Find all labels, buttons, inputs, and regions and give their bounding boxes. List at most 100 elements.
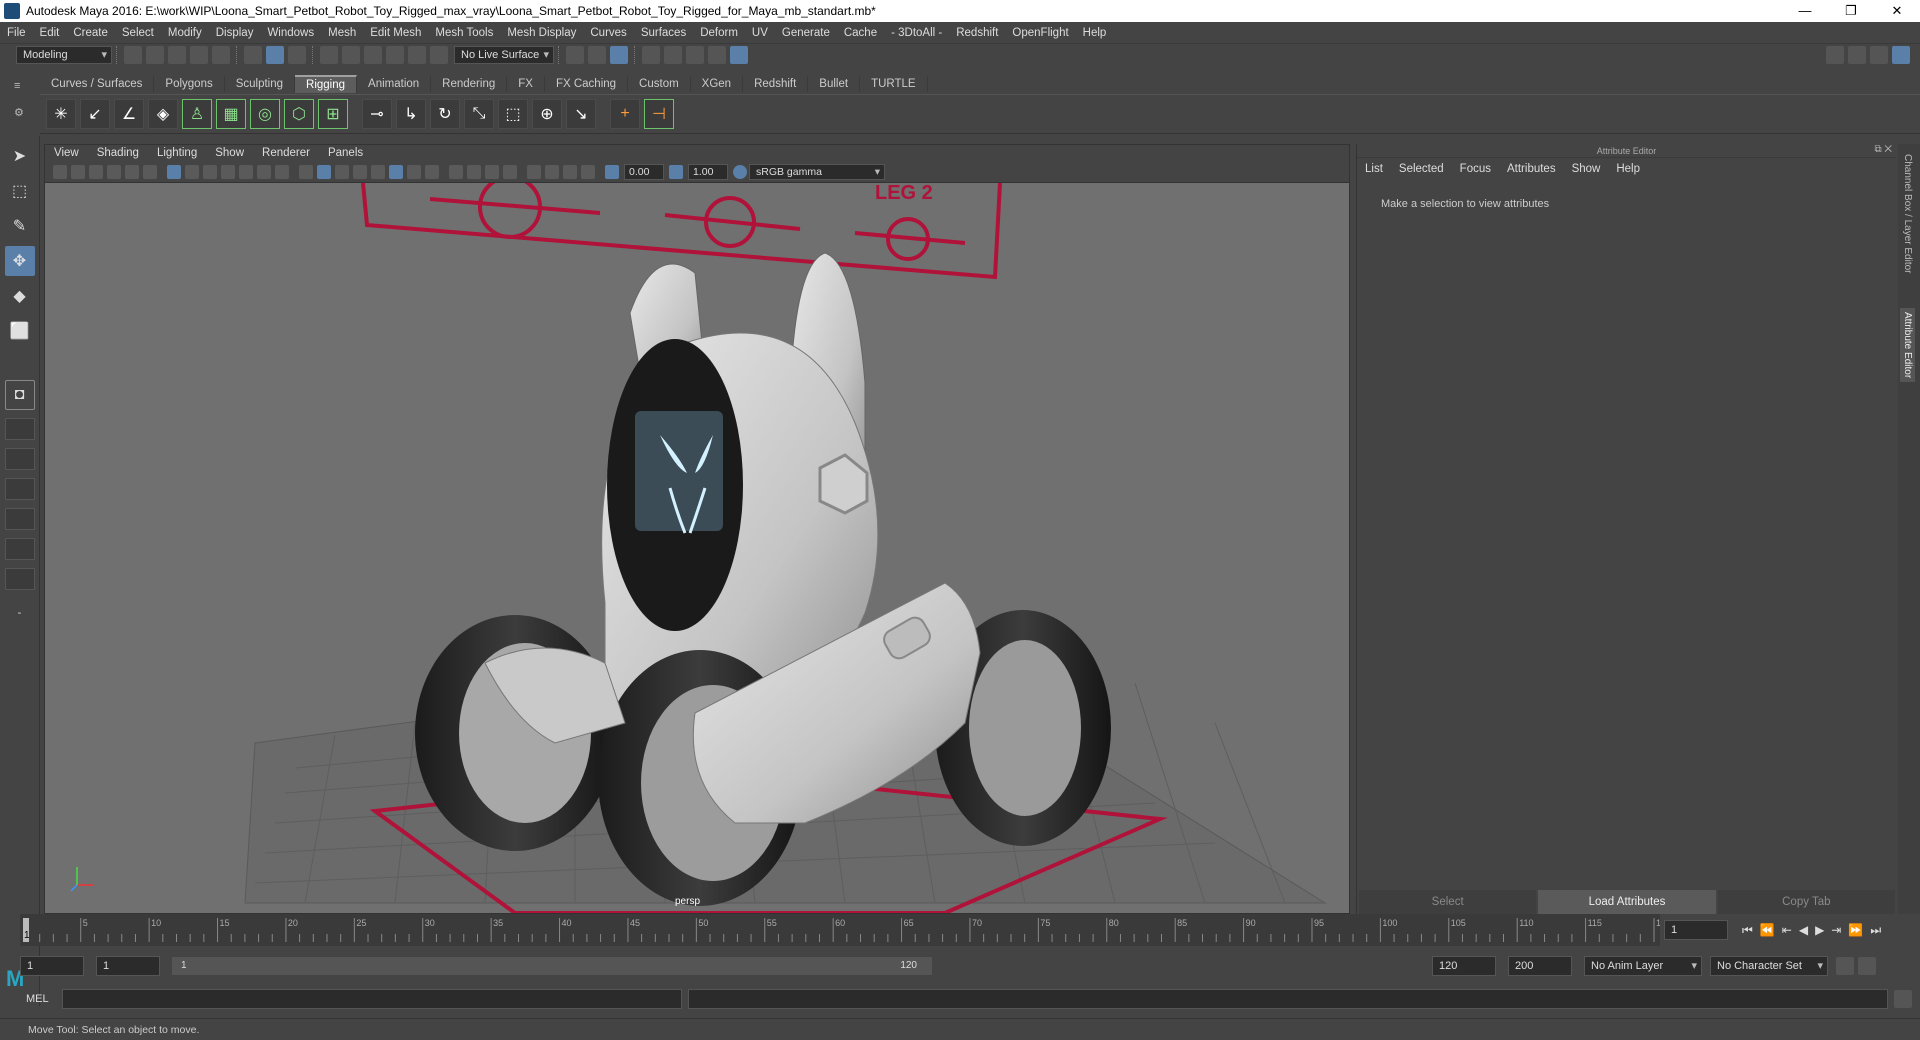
bind-skin-icon[interactable]: ◈: [148, 99, 178, 129]
key-frame-icon[interactable]: ⊣: [644, 99, 674, 129]
ae-menu-selected[interactable]: Selected: [1391, 163, 1452, 175]
lasso-tool-icon[interactable]: ⬚: [5, 176, 35, 206]
tab-curves-surfaces[interactable]: Curves / Surfaces: [40, 76, 155, 92]
tab-custom[interactable]: Custom: [628, 76, 691, 92]
paint-weights-icon[interactable]: ♙: [182, 99, 212, 129]
menu-deform[interactable]: Deform: [693, 27, 745, 39]
current-frame-field[interactable]: 1: [1664, 920, 1728, 940]
attribute-editor-toggle-icon[interactable]: [1848, 46, 1866, 64]
snap-curve-icon[interactable]: [342, 46, 360, 64]
playback-end-field[interactable]: 120: [1432, 956, 1496, 976]
joint-icon[interactable]: ✳: [46, 99, 76, 129]
render-region-icon[interactable]: [708, 46, 726, 64]
tab-fx[interactable]: FX: [507, 76, 545, 92]
play-backward-icon[interactable]: ◀: [1799, 923, 1815, 937]
shelf-menu-icon[interactable]: ≡: [14, 80, 40, 92]
menu-edit[interactable]: Edit: [33, 27, 67, 39]
depth-of-field-icon[interactable]: [503, 164, 517, 179]
tab-turtle[interactable]: TURTLE: [860, 76, 928, 92]
command-language-label[interactable]: MEL: [0, 993, 56, 1005]
smooth-shade-icon[interactable]: [317, 164, 331, 179]
xray-joints-icon[interactable]: [389, 164, 403, 179]
hypershade-icon[interactable]: [664, 46, 682, 64]
close-button[interactable]: ✕: [1874, 0, 1920, 22]
select-object-icon[interactable]: [266, 46, 284, 64]
ae-load-attributes-button[interactable]: Load Attributes: [1538, 890, 1716, 914]
ae-menu-attributes[interactable]: Attributes: [1499, 163, 1564, 175]
step-back-icon[interactable]: ⏪: [1760, 923, 1782, 937]
menu-3dtoall[interactable]: - 3DtoAll -: [884, 27, 949, 39]
menu-edit-mesh[interactable]: Edit Mesh: [363, 27, 428, 39]
viewport-menu-panels[interactable]: Panels: [319, 147, 372, 159]
render-view-icon[interactable]: [588, 46, 606, 64]
tab-animation[interactable]: Animation: [357, 76, 432, 92]
tab-sculpting[interactable]: Sculpting: [225, 76, 296, 92]
menu-windows[interactable]: Windows: [260, 27, 321, 39]
textured-icon[interactable]: [371, 164, 385, 179]
menu-mesh[interactable]: Mesh: [321, 27, 363, 39]
select-component-icon[interactable]: [288, 46, 306, 64]
scene-render[interactable]: LEG 2: [45, 183, 1350, 914]
camera-attributes-icon[interactable]: [71, 164, 85, 179]
go-to-end-icon[interactable]: ⏭: [1870, 923, 1888, 937]
animation-end-field[interactable]: 200: [1508, 956, 1572, 976]
menu-create[interactable]: Create: [66, 27, 115, 39]
render-frame-icon[interactable]: [686, 46, 704, 64]
tool-settings-icon[interactable]: [1870, 46, 1888, 64]
gamma-field[interactable]: 1.00: [688, 163, 728, 180]
motion-blur-icon[interactable]: [467, 164, 481, 179]
render-settings-icon[interactable]: [642, 46, 660, 64]
viewport-menu-shading[interactable]: Shading: [88, 147, 148, 159]
viewport-menu-renderer[interactable]: Renderer: [253, 147, 319, 159]
exposure-icon[interactable]: [605, 164, 619, 179]
minimize-button[interactable]: —: [1782, 0, 1828, 22]
safe-title-icon[interactable]: [275, 164, 289, 179]
step-forward-key-icon[interactable]: ⇥: [1831, 923, 1848, 937]
shadows-icon[interactable]: [425, 164, 439, 179]
auto-key-icon[interactable]: [1836, 957, 1854, 975]
snap-view-icon[interactable]: [386, 46, 404, 64]
menu-modify[interactable]: Modify: [161, 27, 209, 39]
magnet-icon[interactable]: [430, 46, 448, 64]
ae-menu-focus[interactable]: Focus: [1452, 163, 1499, 175]
viewport-persp[interactable]: View Shading Lighting Show Renderer Pane…: [44, 144, 1350, 914]
viewport-menu-lighting[interactable]: Lighting: [148, 147, 206, 159]
menu-select[interactable]: Select: [115, 27, 161, 39]
menu-generate[interactable]: Generate: [775, 27, 837, 39]
grid-toggle-icon[interactable]: [167, 164, 181, 179]
default-material-icon[interactable]: [353, 164, 367, 179]
constraint-scale-icon[interactable]: ⤡: [464, 99, 494, 129]
new-scene-icon[interactable]: [124, 46, 142, 64]
layout-two-view-icon[interactable]: [4, 448, 35, 470]
image-plane-icon[interactable]: [107, 164, 121, 179]
save-scene-icon[interactable]: [168, 46, 186, 64]
open-scene-icon[interactable]: [146, 46, 164, 64]
2d-pan-zoom-icon[interactable]: [125, 164, 139, 179]
snap-point-icon[interactable]: [364, 46, 382, 64]
snap-grid-icon[interactable]: [320, 46, 338, 64]
ae-select-button[interactable]: Select: [1359, 890, 1537, 914]
xray-icon[interactable]: [545, 164, 559, 179]
ae-menu-list[interactable]: List: [1357, 163, 1391, 175]
cluster-icon[interactable]: ▦: [216, 99, 246, 129]
tab-rigging[interactable]: Rigging: [295, 75, 358, 93]
show-manipulator-icon[interactable]: ◘: [4, 380, 35, 410]
tab-polygons[interactable]: Polygons: [154, 76, 225, 92]
resolution-gate-icon[interactable]: [203, 164, 217, 179]
redshift-render-icon[interactable]: [730, 46, 748, 64]
tab-bullet[interactable]: Bullet: [808, 76, 861, 92]
scale-tool-icon[interactable]: ⬜: [5, 316, 35, 346]
command-input[interactable]: [62, 989, 682, 1009]
range-slider[interactable]: 1 120: [172, 957, 932, 975]
modeling-toolkit-icon[interactable]: [1826, 46, 1844, 64]
menu-redshift[interactable]: Redshift: [949, 27, 1005, 39]
snap-surface-icon[interactable]: [408, 46, 426, 64]
film-gate-icon[interactable]: [185, 164, 199, 179]
field-chart-icon[interactable]: [239, 164, 253, 179]
ik-spline-icon[interactable]: ∠: [114, 99, 144, 129]
bookmark-icon[interactable]: [89, 164, 103, 179]
constraint-point-icon[interactable]: ⊸: [362, 99, 392, 129]
mode-dropdown[interactable]: Modeling: [16, 46, 112, 64]
color-space-dropdown[interactable]: sRGB gamma: [749, 163, 885, 180]
set-key-icon[interactable]: +: [610, 99, 640, 129]
